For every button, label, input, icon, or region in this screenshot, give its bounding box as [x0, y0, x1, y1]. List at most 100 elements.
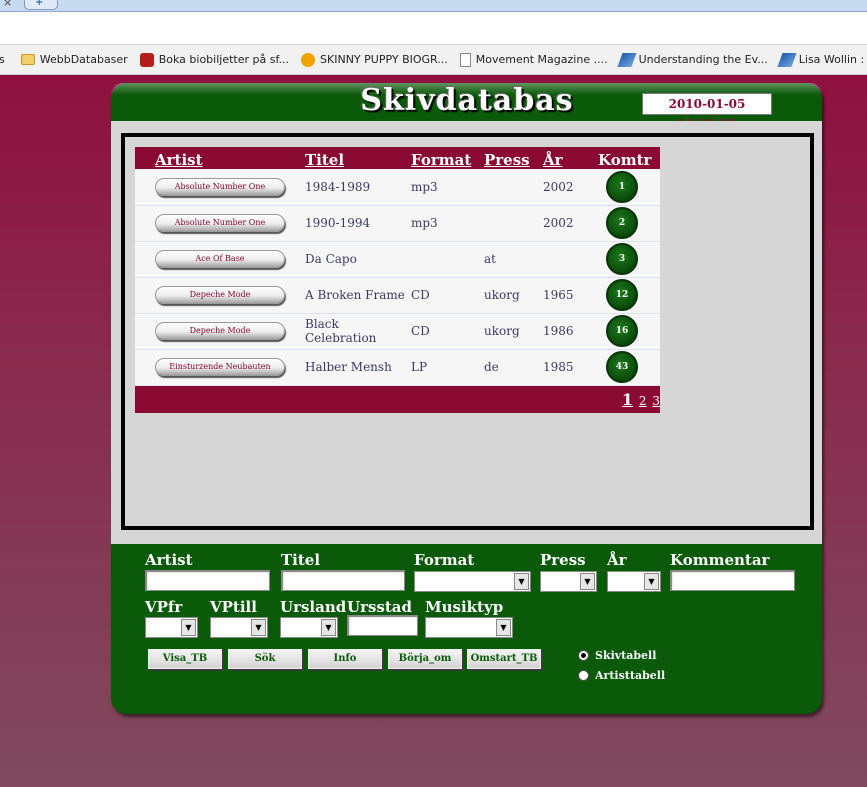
column-header-ar[interactable]: År	[543, 147, 598, 169]
artist-button[interactable]: Depeche Mode	[155, 322, 285, 340]
dropdown-arrow-icon: ▼	[644, 573, 659, 590]
browser-toolbar	[0, 12, 867, 45]
artist-button[interactable]: Ace Of Base	[155, 250, 285, 268]
table-row: Ace Of Base Da Capo at 3	[135, 241, 660, 277]
cell-ar: 1986	[543, 324, 574, 338]
cell-titel: 1984-1989	[305, 179, 371, 194]
borja-om-button[interactable]: Börja_om	[388, 649, 462, 669]
bookmark-understanding[interactable]: Understanding the Ev...	[617, 52, 768, 67]
bookmark-label: Boka biobiljetter på sf...	[158, 53, 290, 66]
bookmark-label: Lisa Wollin : Creating ...	[798, 53, 867, 66]
label-ursstad: Ursstad	[347, 598, 413, 616]
radio-checked-icon[interactable]	[578, 650, 589, 661]
info-button[interactable]: Info	[308, 649, 382, 669]
label-ursland: Ursland	[280, 598, 347, 616]
content-area: Artist Titel Format Press År Komtr Absol…	[111, 121, 822, 544]
cell-titel: A Broken Frame	[305, 288, 405, 302]
sok-button[interactable]: Sök	[228, 649, 302, 669]
cell-titel: Da Capo	[305, 252, 357, 266]
page-link[interactable]: 2	[639, 394, 647, 408]
radio-unchecked-icon[interactable]	[578, 670, 589, 681]
comment-count-button[interactable]: 16	[606, 315, 638, 347]
comment-count-button[interactable]: 1	[606, 170, 638, 203]
ursstad-input[interactable]	[347, 615, 418, 636]
table-row: Absolute Number One 1990-1994 mp3 2002 2	[135, 205, 660, 241]
kommentar-input[interactable]	[670, 570, 795, 591]
column-header-format[interactable]: Format	[411, 147, 484, 169]
vpfr-select[interactable]: ▼	[145, 617, 198, 638]
artist-input[interactable]	[145, 570, 270, 591]
tab-close-icon[interactable]: ×	[3, 0, 12, 9]
cell-ar: 2002	[543, 179, 574, 194]
label-press: Press	[540, 551, 586, 569]
artist-button[interactable]: Einsturzende Neubauten	[155, 358, 285, 376]
sun-icon	[301, 52, 316, 67]
radio-skivtabell[interactable]: Skivtabell	[578, 649, 656, 662]
vptill-select[interactable]: ▼	[210, 617, 268, 638]
cell-titel: 1990-1994	[305, 216, 371, 230]
comment-count-button[interactable]: 12	[606, 279, 638, 311]
ar-select[interactable]: ▼	[607, 571, 661, 592]
titel-input[interactable]	[281, 570, 405, 591]
pen-icon	[777, 52, 797, 67]
cell-press: ukorg	[484, 288, 520, 302]
comment-count-button[interactable]: 3	[606, 243, 638, 275]
new-tab-button[interactable]: +	[24, 0, 58, 10]
results-frame: Artist Titel Format Press År Komtr Absol…	[121, 133, 814, 530]
bookmark-label: SKINNY PUPPY BIOGR...	[320, 53, 448, 66]
bookmark-skinny-puppy[interactable]: SKINNY PUPPY BIOGR...	[301, 52, 448, 67]
table-row: Depeche Mode Black Celebration CD ukorg …	[135, 313, 660, 349]
cell-press: at	[484, 252, 496, 266]
artist-button[interactable]: Depeche Mode	[155, 286, 285, 304]
column-header-artist[interactable]: Artist	[135, 147, 305, 169]
column-header-komtr: Komtr	[598, 151, 652, 169]
browser-tab-strip: × +	[0, 0, 867, 12]
dropdown-arrow-icon: ▼	[321, 619, 336, 636]
press-select[interactable]: ▼	[540, 571, 597, 592]
visa-tb-button[interactable]: Visa_TB	[148, 649, 222, 669]
bookmark-item[interactable]: s	[0, 53, 5, 66]
label-vpfr: VPfr	[145, 598, 183, 616]
page-link-current[interactable]: 1	[622, 390, 633, 409]
artist-button[interactable]: Absolute Number One	[155, 177, 285, 196]
artist-button[interactable]: Absolute Number One	[155, 214, 285, 232]
radio-artisttabell[interactable]: Artisttabell	[578, 669, 665, 682]
comment-count-button[interactable]: 43	[606, 351, 638, 383]
label-musiktyp: Musiktyp	[425, 598, 504, 616]
cell-format: LP	[411, 360, 428, 374]
cell-press: de	[484, 360, 499, 374]
label-format: Format	[414, 551, 475, 569]
bookmark-boka-biobiljetter[interactable]: Boka biobiljetter på sf...	[139, 52, 290, 67]
page-link[interactable]: 3	[652, 394, 660, 408]
cell-format: mp3	[411, 179, 438, 194]
cell-press	[484, 205, 543, 241]
radio-label: Artisttabell	[595, 669, 666, 682]
folder-icon	[20, 54, 35, 65]
label-ar: År	[607, 551, 627, 569]
page-title: Skivdatabas	[360, 83, 574, 118]
cell-ar: 1985	[543, 360, 574, 374]
cell-format: mp3	[411, 216, 438, 230]
datetime-display: 2010-01-05 14:20:28	[642, 93, 772, 131]
ursland-select[interactable]: ▼	[280, 617, 338, 638]
bookmark-label: Understanding the Ev...	[638, 53, 768, 66]
format-select[interactable]: ▼	[414, 571, 531, 592]
app-panel: Skivdatabas 2010-01-05 14:20:28 Artist T…	[111, 83, 822, 714]
dropdown-arrow-icon: ▼	[181, 619, 196, 636]
table-row: Depeche Mode A Broken Frame CD ukorg 196…	[135, 277, 660, 313]
omstart-tb-button[interactable]: Omstart_TB	[467, 649, 541, 669]
musiktyp-select[interactable]: ▼	[425, 617, 513, 638]
bookmarks-bar: s WebbDatabaser Boka biobiljetter på sf.…	[0, 45, 867, 75]
column-header-press[interactable]: Press	[484, 147, 543, 169]
column-header-titel[interactable]: Titel	[305, 147, 411, 169]
bookmark-lisa-wollin[interactable]: Lisa Wollin : Creating ...	[777, 52, 867, 67]
bookmark-webbdatabaser[interactable]: WebbDatabaser	[20, 53, 128, 66]
results-table: Artist Titel Format Press År Komtr Absol…	[135, 147, 660, 413]
bookmark-movement-magazine[interactable]: Movement Magazine ....	[459, 52, 608, 67]
bookmark-label: WebbDatabaser	[39, 53, 128, 66]
plus-icon: +	[35, 0, 44, 8]
comment-count-button[interactable]: 2	[606, 207, 638, 239]
cell-ar: 1965	[543, 288, 574, 302]
dropdown-arrow-icon: ▼	[580, 573, 595, 590]
cell-press: ukorg	[484, 324, 520, 338]
